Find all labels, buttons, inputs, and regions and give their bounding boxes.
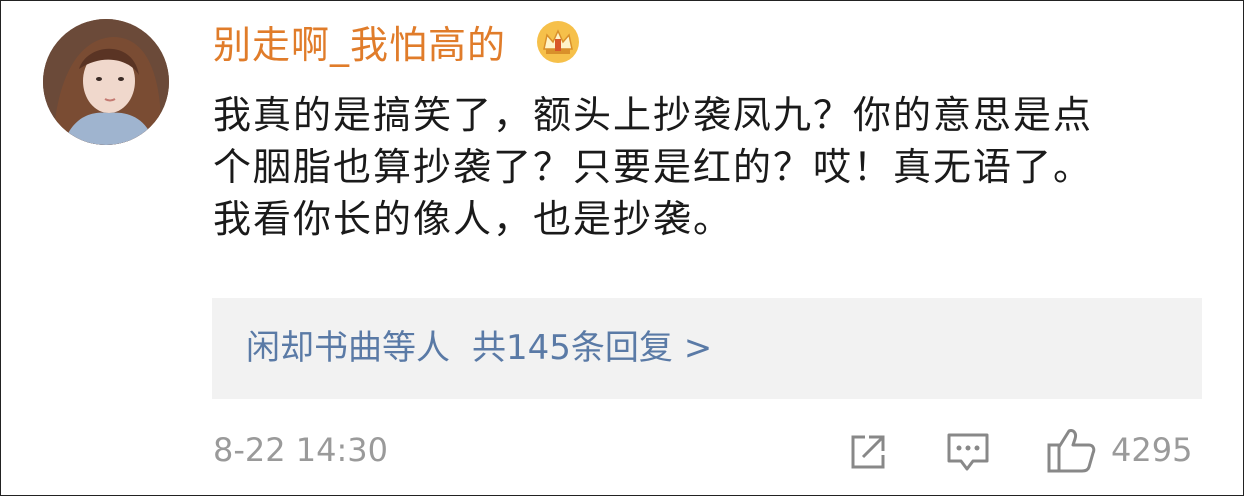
like-icon[interactable] bbox=[1045, 425, 1097, 475]
replies-summary[interactable]: 闲却书曲等人 共145条回复 > bbox=[246, 322, 712, 374]
comment-text: 我真的是搞笑了，额头上抄袭凤九？你的意思是点 个胭脂也算抄袭了？只要是红的？哎！… bbox=[213, 89, 1223, 245]
crown-badge-icon bbox=[537, 21, 579, 63]
like-count: 4295 bbox=[1111, 431, 1193, 469]
reply-count-link[interactable]: 共145条回复 > bbox=[472, 328, 712, 368]
share-icon[interactable] bbox=[847, 431, 889, 473]
username[interactable]: 别走啊_我怕高的 bbox=[213, 15, 506, 75]
reply-users[interactable]: 闲却书曲等人 bbox=[246, 328, 450, 368]
avatar[interactable] bbox=[43, 19, 169, 145]
comment-card: 别走啊_我怕高的 我真的是搞笑了，额头上抄袭凤九？你的意思是点 个胭脂也算抄袭了… bbox=[0, 0, 1244, 496]
comment-icon[interactable] bbox=[945, 431, 991, 473]
comment-timestamp: 8-22 14:30 bbox=[213, 431, 389, 469]
comment-line: 我真的是搞笑了，额头上抄袭凤九？你的意思是点 bbox=[213, 93, 1094, 137]
avatar-photo bbox=[43, 19, 169, 145]
comment-line: 我看你长的像人，也是抄袭。 bbox=[213, 197, 734, 241]
comment-line: 个胭脂也算抄袭了？只要是红的？哎！真无语了。 bbox=[213, 145, 1094, 189]
replies-box[interactable]: 闲却书曲等人 共145条回复 > bbox=[212, 298, 1202, 399]
